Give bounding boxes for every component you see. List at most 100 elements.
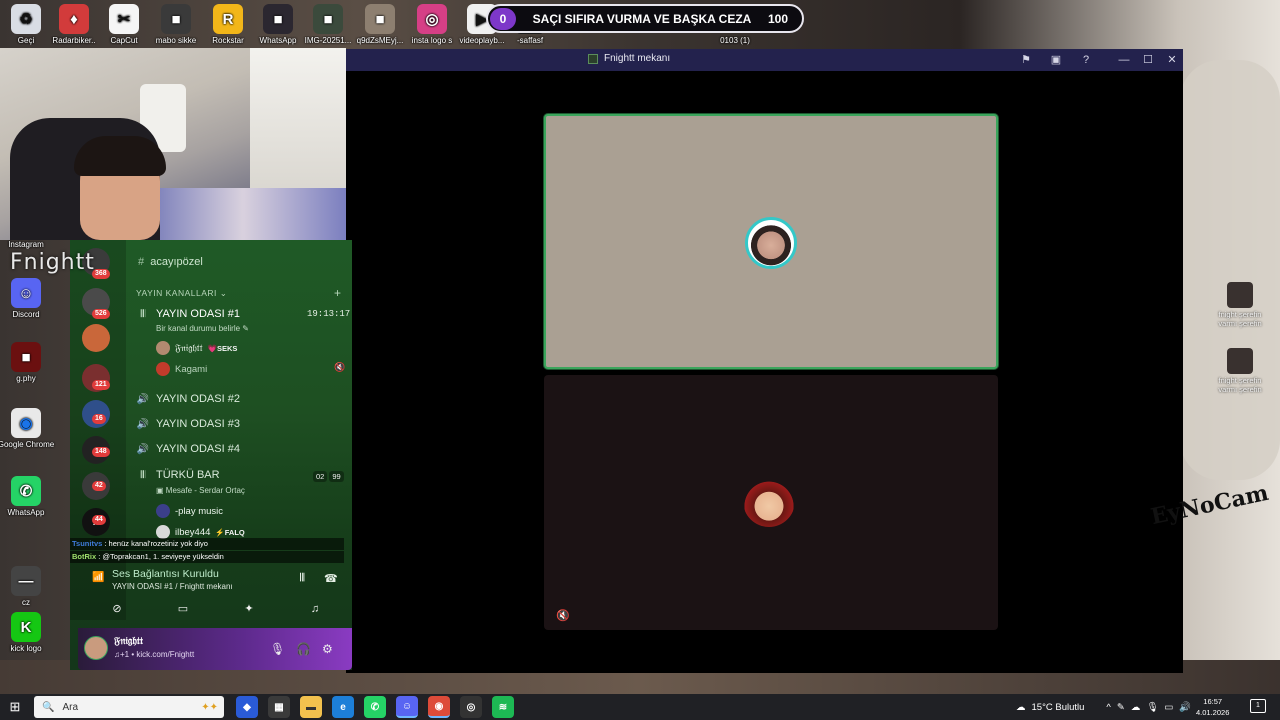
desktop-icon[interactable]: fnight şerefin varmı şerefin	[1215, 282, 1265, 328]
microphone-icon[interactable]: 🎙	[270, 642, 285, 656]
desktop-icon[interactable]: ■ mabo sikke	[146, 4, 206, 45]
user-count: 02	[313, 471, 328, 482]
flag-icon[interactable]: ⚑	[1018, 52, 1034, 68]
channel-yayin-odasi-3[interactable]: 🔊 YAYIN ODASI #3	[136, 418, 240, 430]
desktop-icon-label: q9dZsMEyj...	[356, 36, 404, 45]
minimize-button[interactable]: —	[1116, 52, 1132, 68]
participant-tile-speaking[interactable]	[544, 114, 998, 369]
discord-call-window: Fnightt mekanı ⚑ ▣ ? — ☐ ✕ 🔇	[346, 49, 1183, 673]
desktop-icon[interactable]: ✂ CapCut	[94, 4, 154, 45]
cloud-icon[interactable]: ☁	[1131, 702, 1141, 713]
avatar	[156, 341, 170, 355]
call-app-icon	[588, 53, 598, 64]
score-overlay: 0 SAÇI SIFIRA VURMA VE BAŞKA CEZA 100	[486, 4, 804, 33]
participant-tile[interactable]: 🔇	[544, 375, 998, 630]
close-button[interactable]: ✕	[1164, 52, 1180, 68]
participant-avatar	[745, 217, 797, 269]
settings-gear-icon[interactable]: ⚙	[322, 642, 333, 656]
clock[interactable]: 16:57 4.01.2026	[1196, 696, 1229, 718]
voice-user[interactable]: ilbey444 ⚡FALQ	[156, 525, 245, 539]
channel-yayin-odasi-1[interactable]: 𝄃𝄃 YAYIN ODASI #1	[136, 308, 240, 320]
call-title-text: Fnightt mekanı	[604, 53, 671, 64]
chat-author: Tsunitvs	[72, 539, 103, 548]
clock-time: 16:57	[1203, 697, 1223, 706]
network-icon[interactable]: ▭	[1164, 702, 1173, 713]
desktop-icon[interactable]: — cz	[0, 566, 56, 607]
notification-icon[interactable]: 1	[1250, 699, 1266, 713]
store-icon[interactable]: ▦	[268, 696, 290, 718]
weather-text[interactable]: 15°C Bulutlu	[1032, 702, 1085, 713]
maximize-button[interactable]: ☐	[1140, 52, 1156, 68]
voice-active-icon: 𝄃𝄃	[140, 469, 146, 481]
desktop-icon-image: ◉	[11, 408, 41, 438]
voice-user[interactable]: 𝔉𝔫𝔦𝔤𝔥𝔱𝔱 💗SEKS	[156, 341, 237, 355]
activities-icon[interactable]: ✦	[230, 600, 268, 618]
voice-user[interactable]: Kagami	[156, 362, 207, 376]
volume-icon[interactable]: 🔊	[1179, 702, 1191, 713]
user-tag: 💗SEKS	[207, 343, 238, 353]
streamer-name: Fnightt	[10, 250, 95, 275]
popout-icon[interactable]: ▣	[1048, 52, 1064, 68]
help-icon[interactable]: ?	[1078, 52, 1094, 68]
channel-turku-bar[interactable]: 𝄃𝄃 TÜRKÜ BAR	[136, 469, 220, 481]
speaker-icon: 🔊	[136, 443, 150, 455]
speaker-icon: 🔊	[136, 393, 150, 405]
whatsapp-icon[interactable]: ✆	[364, 696, 386, 718]
category-header[interactable]: YAYIN KANALLARI ⌄	[136, 288, 227, 299]
user-panel-name[interactable]: 𝔉𝔫𝔦𝔤𝔥𝔱𝔱	[114, 636, 143, 647]
desktop-icon[interactable]: ✆ WhatsApp	[0, 476, 56, 517]
headphones-icon[interactable]: 🎧	[296, 642, 311, 656]
search-box[interactable]: 🔍 Ara ✦✦	[34, 696, 224, 718]
soundboard-icon[interactable]: ♫	[296, 600, 334, 618]
noise-suppression-icon[interactable]: 𝄃𝄃	[300, 572, 305, 585]
channel-label: YAYIN ODASI #1	[156, 308, 240, 320]
desktop-icon[interactable]: Kkick logo	[0, 612, 56, 653]
desktop-icon[interactable]: ■ IMG-20251...	[298, 4, 358, 45]
desktop-icon[interactable]: ■ q9dZsMEyj...	[350, 4, 410, 45]
webcam-hair	[74, 136, 166, 176]
voice-user[interactable]: -play music	[156, 504, 223, 518]
search-icon: 🔍	[42, 701, 55, 713]
desktop-icon-image: ■	[161, 4, 191, 34]
server-icon[interactable]	[82, 324, 110, 352]
channel-limit: 02 99	[313, 471, 344, 482]
screen-share-icon[interactable]: ▭	[164, 600, 202, 618]
chat-author: BotRix	[72, 552, 97, 561]
windows-start-icon[interactable]: ⊞	[0, 699, 30, 715]
widgets-icon[interactable]: ◆	[236, 696, 258, 718]
pen-icon[interactable]: ✎	[1117, 702, 1125, 713]
mic-icon[interactable]: 🎙	[1146, 702, 1158, 713]
spotify-icon[interactable]: ≋	[492, 696, 514, 718]
video-off-icon[interactable]: ⊘	[98, 600, 136, 618]
chevron-up-icon[interactable]: ^	[1106, 702, 1110, 713]
desktop-icon-image: ■	[313, 4, 343, 34]
desktop-icon[interactable]: ■ g.phy	[0, 342, 56, 383]
user-panel-status: ♫+1 • kick.com/Fnightt	[114, 650, 195, 659]
discord-icon[interactable]: ☺	[396, 696, 418, 718]
obs-icon[interactable]: ◎	[460, 696, 482, 718]
edge-icon[interactable]: e	[332, 696, 354, 718]
add-channel-icon[interactable]: +	[334, 286, 341, 300]
desktop-icon[interactable]: ◉ Google Chrome	[0, 408, 56, 449]
chrome-icon[interactable]: ◉	[428, 696, 450, 718]
file-explorer-icon[interactable]: ▬	[300, 696, 322, 718]
desktop-icon-image: ☺	[11, 278, 41, 308]
chat-message: : @Toprakcan1, 1. seviyeye yükseldin	[98, 552, 224, 561]
channel-header[interactable]: # acayıpözel	[138, 256, 203, 268]
desktop-icon-label: Discord	[12, 310, 40, 319]
voice-status[interactable]: Ses Bağlantısı Kuruldu	[112, 568, 219, 580]
unread-badge: 526	[92, 309, 110, 319]
avatar[interactable]	[84, 636, 108, 660]
voice-active-icon: 𝄃𝄃	[140, 308, 146, 320]
file-thumbnail	[1227, 282, 1253, 308]
avatar	[156, 362, 170, 376]
voice-location[interactable]: YAYIN ODASI #1 / Fnightt mekanı	[112, 582, 233, 591]
channel-yayin-odasi-2[interactable]: 🔊 YAYIN ODASI #2	[136, 393, 240, 405]
user-name: 𝔉𝔫𝔦𝔤𝔥𝔱𝔱	[175, 342, 203, 354]
desktop-icon[interactable]: ◎Instagram	[0, 240, 56, 249]
channel-status-hint[interactable]: Bir kanal durumu belirle ✎	[156, 324, 249, 333]
disconnect-icon[interactable]: ☎	[324, 572, 338, 585]
channel-yayin-odasi-4[interactable]: 🔊 YAYIN ODASI #4	[136, 443, 240, 455]
desktop-icon[interactable]: fnight şerefin varmı şerefin	[1215, 348, 1265, 394]
desktop-icon[interactable]: ☺ Discord	[0, 278, 56, 319]
